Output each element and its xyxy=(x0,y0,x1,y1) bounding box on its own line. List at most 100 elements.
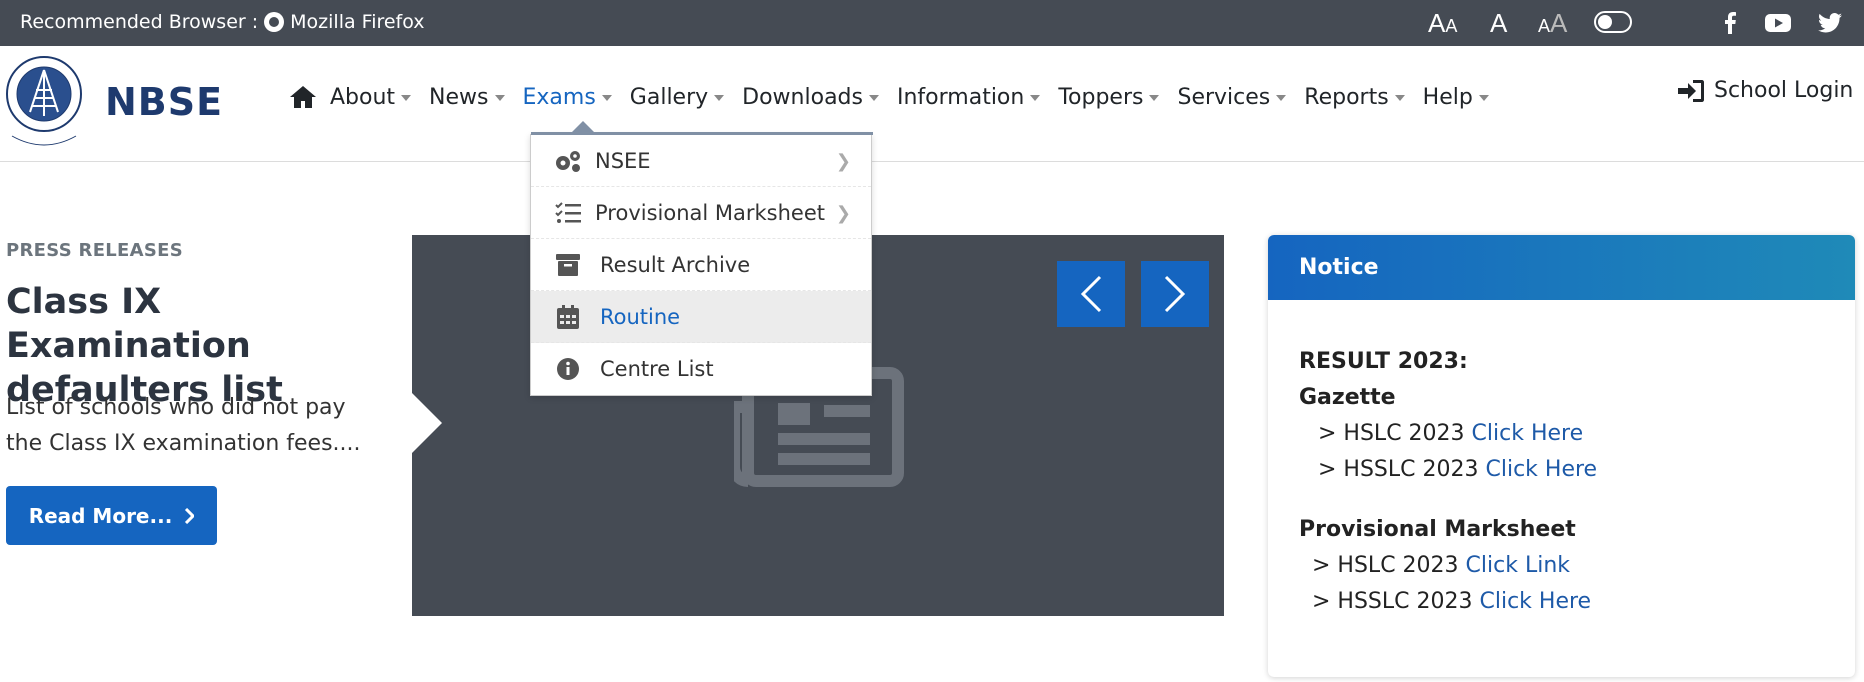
font-increase-big-a: A xyxy=(1550,8,1568,38)
brand-name[interactable]: NBSE xyxy=(105,80,223,124)
nav-about-label: About xyxy=(330,84,396,110)
caret-down-icon xyxy=(868,95,879,101)
browser-name: Mozilla Firefox xyxy=(290,11,425,33)
nav-information[interactable]: Information xyxy=(896,84,1041,110)
nav-gallery[interactable]: Gallery xyxy=(629,84,725,110)
gazette-hsslc-text: > HSSLC 2023 xyxy=(1318,457,1479,482)
caret-down-icon xyxy=(714,95,725,101)
nav-news[interactable]: News xyxy=(429,84,505,110)
nav-reports[interactable]: Reports xyxy=(1304,84,1405,110)
font-reset-button[interactable]: A xyxy=(1490,8,1507,39)
notice-title: Notice xyxy=(1268,235,1855,300)
nav-downloads-label: Downloads xyxy=(742,84,863,110)
pm-hslc-row: > HSLC 2023 Click Link xyxy=(1312,553,1570,578)
dropdown-arrow xyxy=(571,121,595,133)
press-releases-tag: PRESS RELEASES xyxy=(6,240,184,261)
nav-reports-label: Reports xyxy=(1304,84,1389,110)
home-icon[interactable] xyxy=(286,80,320,114)
facebook-icon[interactable] xyxy=(1716,9,1744,37)
school-login-label: School Login xyxy=(1714,78,1854,103)
recommended-label: Recommended Browser : xyxy=(20,11,259,33)
nbse-logo[interactable] xyxy=(4,54,84,154)
nav-exams-label: Exams xyxy=(522,84,596,110)
press-description: List of schools who did not pay the Clas… xyxy=(6,395,361,456)
pm-hsslc-text: > HSSLC 2023 xyxy=(1312,589,1473,614)
chevron-right-icon: ❯ xyxy=(835,203,851,224)
dropdown-item-label: Result Archive xyxy=(600,252,751,277)
chevron-right-icon xyxy=(1164,275,1186,313)
caret-down-icon xyxy=(601,95,612,101)
caret-down-icon xyxy=(1394,95,1405,101)
exams-dropdown: NSEE ❯ Provisional Marksheet ❯ Result Ar… xyxy=(530,121,873,396)
dropdown-item-label: NSEE xyxy=(595,148,651,173)
slider-notch xyxy=(412,393,442,453)
gazette-hslc-text: > HSLC 2023 xyxy=(1318,421,1465,446)
pm-hsslc-link[interactable]: Click Here xyxy=(1480,589,1592,614)
contrast-toggle[interactable] xyxy=(1594,11,1632,33)
school-login-link[interactable]: School Login xyxy=(1678,78,1853,103)
archive-icon xyxy=(553,250,583,280)
font-decrease-small-a: A xyxy=(1445,16,1458,36)
nav-news-label: News xyxy=(429,84,489,110)
twitter-icon[interactable] xyxy=(1816,9,1844,37)
nav-toppers[interactable]: Toppers xyxy=(1058,84,1160,110)
youtube-icon[interactable] xyxy=(1764,9,1792,37)
nav-information-label: Information xyxy=(896,84,1025,110)
tasks-icon xyxy=(553,198,583,228)
read-more-label: Read More... xyxy=(28,503,173,528)
caret-down-icon xyxy=(1149,95,1160,101)
firefox-icon xyxy=(264,12,285,32)
nav-gallery-label: Gallery xyxy=(629,84,709,110)
dropdown-item-provisional-marksheet[interactable]: Provisional Marksheet ❯ xyxy=(531,187,871,239)
dropdown-item-label: Provisional Marksheet xyxy=(595,200,825,225)
nav-exams[interactable]: Exams xyxy=(523,85,612,110)
nav-downloads[interactable]: Downloads xyxy=(742,85,879,110)
dropdown-item-routine[interactable]: Routine xyxy=(531,291,871,343)
chevron-left-icon xyxy=(1080,275,1102,313)
toggle-knob xyxy=(1598,15,1612,29)
notice-panel: Notice RESULT 2023: Gazette > HSLC 2023 … xyxy=(1268,235,1855,677)
font-decrease-button[interactable]: AA xyxy=(1428,8,1457,39)
dropdown-item-centre-list[interactable]: Centre List xyxy=(531,343,871,395)
dropdown-item-label: Centre List xyxy=(600,357,714,381)
slider-prev-button[interactable] xyxy=(1057,261,1125,327)
chevron-right-icon: ❯ xyxy=(835,151,851,172)
info-circle-icon xyxy=(553,354,583,384)
top-bar: Recommended Browser : Mozilla Firefox AA… xyxy=(0,0,1864,46)
gazette-hsslc-link[interactable]: Click Here xyxy=(1486,457,1598,482)
slider-next-button[interactable] xyxy=(1141,261,1209,327)
caret-down-icon xyxy=(1276,95,1287,101)
gears-icon xyxy=(553,146,583,176)
font-increase-small-a: A xyxy=(1538,16,1551,36)
nav-toppers-label: Toppers xyxy=(1058,84,1144,110)
gazette-hslc-row: > HSLC 2023 Click Here xyxy=(1318,421,1583,446)
dropdown-item-nsee[interactable]: NSEE ❯ xyxy=(531,135,871,187)
caret-down-icon xyxy=(401,95,412,101)
nav-help-label: Help xyxy=(1422,84,1473,110)
caret-down-icon xyxy=(494,95,505,101)
pm-hslc-text: > HSLC 2023 xyxy=(1312,553,1459,578)
pm-hslc-link[interactable]: Click Link xyxy=(1466,553,1570,578)
dropdown-item-result-archive[interactable]: Result Archive xyxy=(531,239,871,291)
caret-down-icon xyxy=(1478,95,1489,101)
result-heading: RESULT 2023: xyxy=(1299,349,1468,374)
site-header: NBSE About News Exams Gallery Downloads … xyxy=(0,46,1864,162)
nav-services-label: Services xyxy=(1177,84,1271,110)
sign-in-icon xyxy=(1678,79,1704,102)
caret-down-icon xyxy=(1030,95,1041,101)
nav-services[interactable]: Services xyxy=(1177,84,1287,110)
font-reset-a: A xyxy=(1490,8,1508,38)
nav-help[interactable]: Help xyxy=(1423,85,1489,110)
recommended-browser: Recommended Browser : Mozilla Firefox xyxy=(20,11,425,33)
gazette-heading: Gazette xyxy=(1299,385,1396,410)
main-nav: About News Exams Gallery Downloads Infor… xyxy=(286,80,1507,114)
gazette-hslc-link[interactable]: Click Here xyxy=(1472,421,1584,446)
nav-about[interactable]: About xyxy=(330,84,412,110)
read-more-button[interactable]: Read More... xyxy=(6,486,217,545)
font-decrease-big-a: A xyxy=(1428,8,1446,38)
font-increase-button[interactable]: AA xyxy=(1538,8,1567,39)
chevron-right-icon xyxy=(185,507,195,524)
dropdown-item-label: Routine xyxy=(600,304,681,329)
gazette-hsslc-row: > HSSLC 2023 Click Here xyxy=(1318,457,1597,482)
calendar-icon xyxy=(553,302,583,332)
